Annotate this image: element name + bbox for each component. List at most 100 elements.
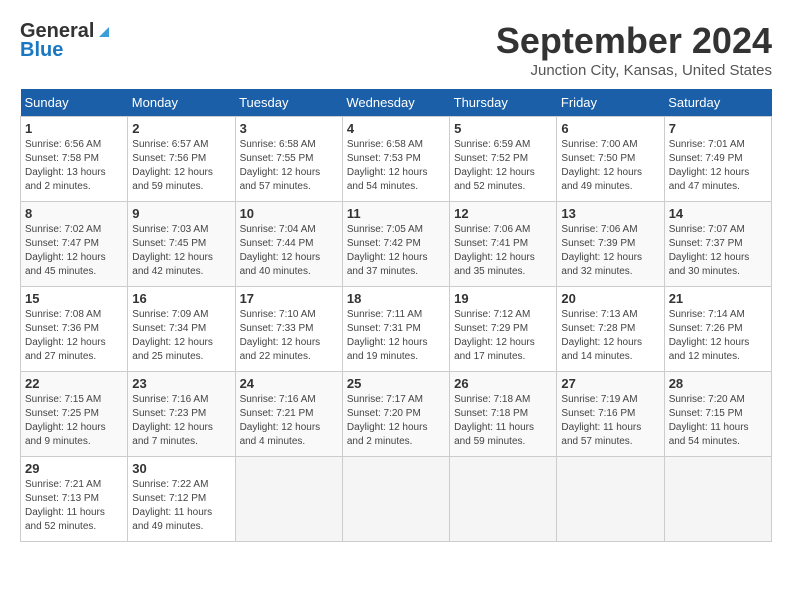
calendar-cell: 16 Sunrise: 7:09 AMSunset: 7:34 PMDayligh… [128,287,235,372]
calendar-cell: 20 Sunrise: 7:13 AMSunset: 7:28 PMDayligh… [557,287,664,372]
day-info: Sunrise: 7:10 AMSunset: 7:33 PMDaylight:… [240,308,338,364]
day-info: Sunrise: 7:16 AMSunset: 7:21 PMDaylight:… [240,393,338,449]
calendar-cell: 1Sunrise: 6:56 AMSunset: 7:58 PMDaylight… [21,117,128,202]
day-info: Sunrise: 7:22 AMSunset: 7:12 PMDaylight:… [132,478,230,534]
calendar-cell: 28Sunrise: 7:20 AMSunset: 7:15 PMDayligh… [664,372,771,457]
day-info: Sunrise: 7:14 AMSunset: 7:26 PMDaylight:… [669,308,767,364]
day-number: 14 [669,206,767,221]
calendar-cell: 29 Sunrise: 7:21 AMSunset: 7:13 PMDayligh… [21,457,128,542]
day-info: Sunrise: 7:07 AMSunset: 7:37 PMDaylight:… [669,223,767,279]
day-info: Sunrise: 7:16 AMSunset: 7:23 PMDaylight:… [132,393,230,449]
logo-blue-text: Blue [20,39,63,62]
calendar-cell: 19Sunrise: 7:12 AMSunset: 7:29 PMDayligh… [450,287,557,372]
calendar-cell: 7 Sunrise: 7:01 AMSunset: 7:49 PMDaylight… [664,117,771,202]
day-info: Sunrise: 6:58 AMSunset: 7:55 PMDaylight:… [240,138,338,194]
day-number: 23 [132,376,230,391]
day-info: Sunrise: 7:08 AMSunset: 7:36 PMDaylight:… [25,308,123,364]
day-number: 18 [347,291,445,306]
day-number: 12 [454,206,552,221]
day-number: 15 [25,291,123,306]
calendar-cell: 4Sunrise: 6:58 AMSunset: 7:53 PMDaylight… [342,117,449,202]
day-info: Sunrise: 7:09 AMSunset: 7:34 PMDaylight:… [132,308,230,364]
day-info: Sunrise: 7:11 AMSunset: 7:31 PMDaylight:… [347,308,445,364]
calendar-cell: 5 Sunrise: 6:59 AMSunset: 7:52 PMDaylight… [450,117,557,202]
day-number: 30 [132,461,230,476]
calendar-cell: 13 Sunrise: 7:06 AMSunset: 7:39 PMDayligh… [557,202,664,287]
calendar-cell: 10Sunrise: 7:04 AMSunset: 7:44 PMDayligh… [235,202,342,287]
day-number: 5 [454,121,552,136]
calendar-cell [342,457,449,542]
day-number: 24 [240,376,338,391]
month-title: September 2024 [496,20,772,62]
calendar-row-2: 15 Sunrise: 7:08 AMSunset: 7:36 PMDayligh… [21,287,772,372]
day-info: Sunrise: 6:57 AMSunset: 7:56 PMDaylight:… [132,138,230,194]
day-number: 20 [561,291,659,306]
header-friday: Friday [557,89,664,117]
calendar-cell: 17 Sunrise: 7:10 AMSunset: 7:33 PMDayligh… [235,287,342,372]
logo: General Blue [20,20,114,62]
calendar-cell: 27Sunrise: 7:19 AMSunset: 7:16 PMDayligh… [557,372,664,457]
calendar-cell: 15 Sunrise: 7:08 AMSunset: 7:36 PMDayligh… [21,287,128,372]
day-number: 29 [25,461,123,476]
day-info: Sunrise: 7:01 AMSunset: 7:49 PMDaylight:… [669,138,767,194]
day-number: 11 [347,206,445,221]
day-info: Sunrise: 7:05 AMSunset: 7:42 PMDaylight:… [347,223,445,279]
day-number: 22 [25,376,123,391]
day-number: 8 [25,206,123,221]
calendar-table: Sunday Monday Tuesday Wednesday Thursday… [20,89,772,542]
day-number: 7 [669,121,767,136]
calendar-cell: 8 Sunrise: 7:02 AMSunset: 7:47 PMDaylight… [21,202,128,287]
calendar-cell: 22 Sunrise: 7:15 AMSunset: 7:25 PMDayligh… [21,372,128,457]
header-tuesday: Tuesday [235,89,342,117]
calendar-cell: 23 Sunrise: 7:16 AMSunset: 7:23 PMDayligh… [128,372,235,457]
day-number: 26 [454,376,552,391]
calendar-cell: 24 Sunrise: 7:16 AMSunset: 7:21 PMDayligh… [235,372,342,457]
day-info: Sunrise: 7:02 AMSunset: 7:47 PMDaylight:… [25,223,123,279]
header-thursday: Thursday [450,89,557,117]
day-number: 25 [347,376,445,391]
day-number: 13 [561,206,659,221]
title-section: September 2024 Junction City, Kansas, Un… [496,20,772,79]
calendar-cell: 26 Sunrise: 7:18 AMSunset: 7:18 PMDayligh… [450,372,557,457]
location-title: Junction City, Kansas, United States [496,62,772,79]
calendar-row-0: 1Sunrise: 6:56 AMSunset: 7:58 PMDaylight… [21,117,772,202]
calendar-cell: 12Sunrise: 7:06 AMSunset: 7:41 PMDayligh… [450,202,557,287]
day-number: 16 [132,291,230,306]
calendar-cell: 6 Sunrise: 7:00 AMSunset: 7:50 PMDaylight… [557,117,664,202]
day-info: Sunrise: 7:06 AMSunset: 7:39 PMDaylight:… [561,223,659,279]
header-monday: Monday [128,89,235,117]
day-number: 27 [561,376,659,391]
header-row: Sunday Monday Tuesday Wednesday Thursday… [21,89,772,117]
day-number: 2 [132,121,230,136]
header-saturday: Saturday [664,89,771,117]
calendar-cell [450,457,557,542]
calendar-row-1: 8 Sunrise: 7:02 AMSunset: 7:47 PMDaylight… [21,202,772,287]
calendar-row-3: 22 Sunrise: 7:15 AMSunset: 7:25 PMDayligh… [21,372,772,457]
calendar-cell: 9Sunrise: 7:03 AMSunset: 7:45 PMDaylight… [128,202,235,287]
day-info: Sunrise: 7:20 AMSunset: 7:15 PMDaylight:… [669,393,767,449]
day-info: Sunrise: 7:00 AMSunset: 7:50 PMDaylight:… [561,138,659,194]
day-info: Sunrise: 7:21 AMSunset: 7:13 PMDaylight:… [25,478,123,534]
calendar-cell: 2 Sunrise: 6:57 AMSunset: 7:56 PMDaylight… [128,117,235,202]
calendar-cell: 3 Sunrise: 6:58 AMSunset: 7:55 PMDaylight… [235,117,342,202]
calendar-cell [557,457,664,542]
calendar-cell: 21 Sunrise: 7:14 AMSunset: 7:26 PMDayligh… [664,287,771,372]
day-number: 21 [669,291,767,306]
day-number: 17 [240,291,338,306]
day-number: 6 [561,121,659,136]
day-number: 3 [240,121,338,136]
day-info: Sunrise: 7:15 AMSunset: 7:25 PMDaylight:… [25,393,123,449]
day-info: Sunrise: 6:58 AMSunset: 7:53 PMDaylight:… [347,138,445,194]
calendar-cell: 14 Sunrise: 7:07 AMSunset: 7:37 PMDayligh… [664,202,771,287]
calendar-cell: 11 Sunrise: 7:05 AMSunset: 7:42 PMDayligh… [342,202,449,287]
day-info: Sunrise: 7:04 AMSunset: 7:44 PMDaylight:… [240,223,338,279]
calendar-cell: 25Sunrise: 7:17 AMSunset: 7:20 PMDayligh… [342,372,449,457]
calendar-cell: 30 Sunrise: 7:22 AMSunset: 7:12 PMDayligh… [128,457,235,542]
logo-arrow-icon [95,23,113,41]
calendar-cell: 18 Sunrise: 7:11 AMSunset: 7:31 PMDayligh… [342,287,449,372]
day-info: Sunrise: 7:12 AMSunset: 7:29 PMDaylight:… [454,308,552,364]
day-info: Sunrise: 7:18 AMSunset: 7:18 PMDaylight:… [454,393,552,449]
day-info: Sunrise: 6:59 AMSunset: 7:52 PMDaylight:… [454,138,552,194]
calendar-cell [235,457,342,542]
day-info: Sunrise: 7:13 AMSunset: 7:28 PMDaylight:… [561,308,659,364]
